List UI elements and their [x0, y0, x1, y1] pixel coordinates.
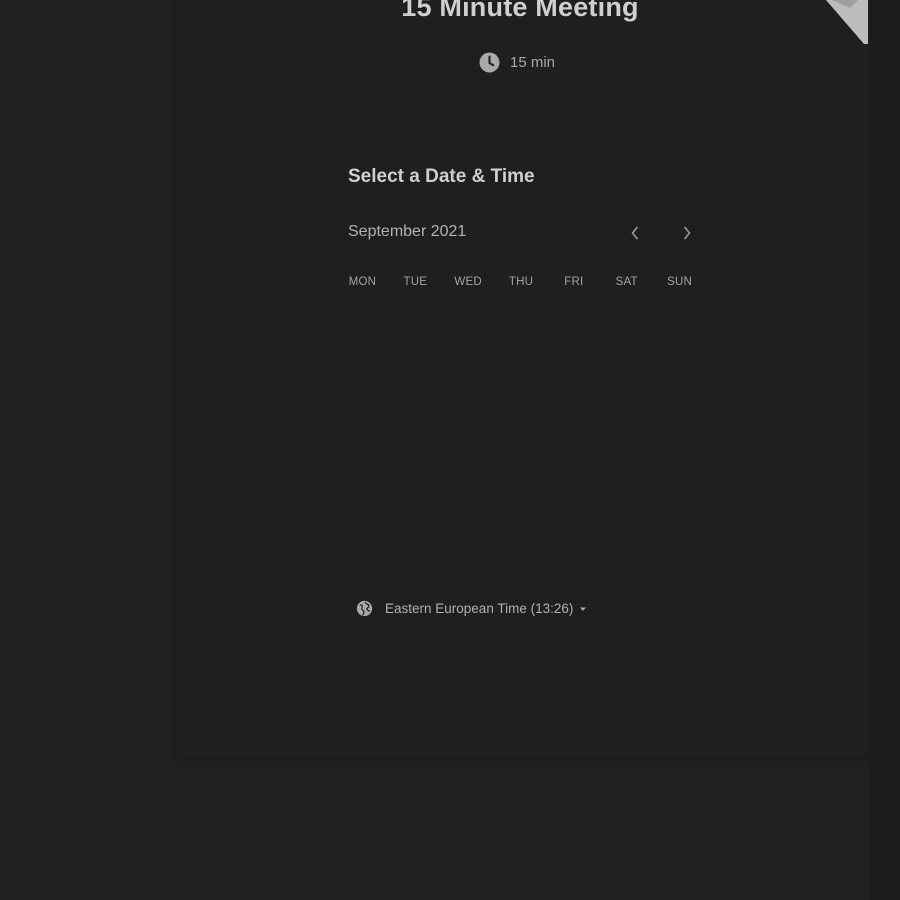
weekday-fri: FRI	[564, 276, 584, 288]
weekday-mon: MON	[348, 276, 377, 288]
weekday-thu: THU	[508, 276, 534, 288]
globe-icon	[356, 600, 373, 617]
timezone-label: Eastern European Time (13:26)	[385, 601, 574, 616]
event-duration: 15 min	[479, 51, 555, 73]
timezone-selector[interactable]: Eastern European Time (13:26)	[356, 600, 587, 617]
event-title: 15 Minute Meeting	[401, 0, 639, 22]
month-label: September 2021	[348, 223, 467, 240]
weekday-sat: SAT	[615, 276, 638, 288]
page-edge	[870, 0, 900, 900]
chevron-left-icon	[631, 226, 638, 240]
next-month-button[interactable]	[676, 222, 698, 244]
booking-page: 15 Minute Meeting 15 min Select a Date &…	[0, 0, 900, 900]
clock-icon	[479, 52, 500, 72]
chevron-right-icon	[684, 226, 691, 240]
corner-ribbon[interactable]	[822, 0, 872, 44]
weekday-sun: SUN	[667, 276, 693, 288]
weekday-wed: WED	[454, 276, 482, 288]
duration-label: 15 min	[510, 53, 556, 71]
weekday-tue: TUE	[403, 276, 428, 288]
weekday-header: MON TUE WED THU FRI SAT SUN	[336, 276, 706, 288]
caret-down-icon	[580, 607, 587, 611]
booking-card	[176, 0, 870, 756]
section-title: Select a Date & Time	[348, 166, 535, 187]
previous-month-button[interactable]	[624, 222, 646, 244]
